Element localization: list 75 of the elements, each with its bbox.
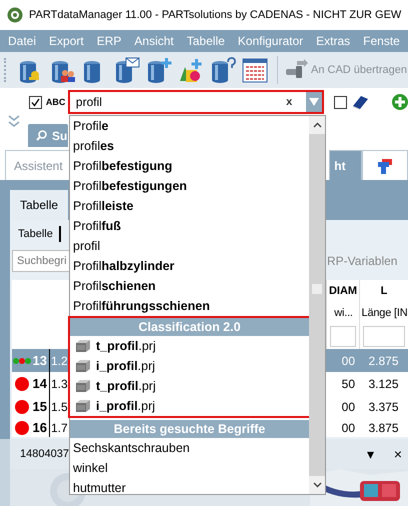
file-name: t_profil.prj <box>96 338 156 355</box>
table-cell-text: 50 <box>340 376 356 392</box>
search-icon <box>36 130 47 141</box>
file-item[interactable]: t_profil.prj <box>70 376 307 396</box>
table-cell-text: 00 <box>340 420 356 436</box>
table-cell: 15 <box>32 395 50 418</box>
beam-icon <box>75 379 91 393</box>
suggestion-item[interactable]: Profilführungsschienen <box>70 296 309 316</box>
suggestion-item[interactable]: profil <box>70 236 309 256</box>
clear-icon[interactable]: x <box>286 96 306 108</box>
file-item[interactable]: t_profil.prj <box>70 336 307 356</box>
table-cell: 16 <box>32 418 50 437</box>
search-field[interactable]: Suchbegri <box>12 250 69 272</box>
suggestion-item[interactable]: Profilhalbzylinder <box>70 256 309 276</box>
table-cell-text: 3.875 <box>367 420 400 436</box>
suggestion-item[interactable]: Profilleiste <box>70 196 309 216</box>
table-cell-text: 1.3 <box>50 376 69 392</box>
file-item[interactable]: i_profil.prj <box>70 396 307 416</box>
book-icon[interactable] <box>351 94 369 110</box>
close-button[interactable]: × <box>388 446 408 462</box>
table-cell: 13 <box>32 349 50 372</box>
triangle-icon <box>309 98 320 106</box>
tab[interactable] <box>362 150 408 180</box>
table-icon[interactable] <box>241 56 269 84</box>
section-header: Classification 2.0 <box>70 318 309 336</box>
bolt-arrow-icon <box>284 59 308 81</box>
erp-label: RP-Variablen <box>327 254 398 268</box>
table-cell-text: 3.375 <box>367 398 400 416</box>
file-name: i_profil.prj <box>96 398 156 415</box>
beam-icon <box>75 339 91 353</box>
scroll-down-icon[interactable] <box>312 482 322 488</box>
panel-tab[interactable]: Tabelle <box>12 190 68 220</box>
beam-icon <box>75 359 91 373</box>
beam-icon <box>75 399 91 413</box>
scrollbar-thumb[interactable] <box>312 284 322 294</box>
table-cell: 2.875 <box>359 349 408 372</box>
filter-field[interactable] <box>330 326 356 347</box>
filter-field[interactable] <box>363 326 405 347</box>
suggestion-item[interactable]: Profilbefestigungen <box>70 176 309 196</box>
section-header: Bereits gesuchte Begriffe <box>70 420 309 438</box>
table-cell: 00 <box>326 349 359 372</box>
table-cell: 1.2 <box>50 349 69 372</box>
table-cell: 14 <box>32 372 50 395</box>
abc-label: ABC <box>46 97 64 107</box>
panel-title: 14804037 <box>20 448 69 460</box>
suggestion-item[interactable]: profiles <box>70 136 309 156</box>
file-name: t_profil.prj <box>96 378 156 395</box>
table-cell-text: 1.5 <box>50 398 69 416</box>
menu-button[interactable]: ▾ <box>360 446 380 462</box>
book-checkbox[interactable] <box>334 96 347 108</box>
database-plus-icon[interactable] <box>145 56 173 84</box>
table-cell-text: 1.7 <box>50 420 69 436</box>
suggestion-item[interactable]: Profilfuß <box>70 216 309 236</box>
abc-checkbox[interactable] <box>29 96 42 108</box>
table-cell-text: 00 <box>340 398 356 416</box>
window-title: PARTdataManager 11.00 - PARTsolutions by CADENAS - NICHT ZUR GEW <box>29 9 402 21</box>
add-icon[interactable] <box>392 94 408 110</box>
app-icon <box>7 7 23 23</box>
suggestion-item[interactable]: Profilbefestigung <box>70 156 309 176</box>
column-header: L <box>359 280 408 302</box>
subtab[interactable]: Tabelle <box>16 226 61 242</box>
scroll-up-icon[interactable] <box>312 122 322 128</box>
database-mail-icon[interactable] <box>113 56 141 84</box>
search-field[interactable]: profil x <box>68 90 324 114</box>
file-name: i_profil.prj <box>96 358 156 375</box>
file-item[interactable]: i_profil.prj <box>70 356 307 376</box>
suggestion-item[interactable]: Profilschienen <box>70 276 309 296</box>
check-icon <box>30 98 40 106</box>
recent-search-item[interactable]: Sechskantschrauben <box>70 438 307 458</box>
table-cell-text: 3.125 <box>367 376 400 392</box>
recent-search-item[interactable]: winkel <box>70 458 307 478</box>
database-question-icon[interactable] <box>209 56 237 84</box>
blocks-icon <box>377 158 394 174</box>
column-subtitle: Länge [IN <box>359 302 408 324</box>
suggestion-item[interactable]: Profile <box>70 116 309 136</box>
